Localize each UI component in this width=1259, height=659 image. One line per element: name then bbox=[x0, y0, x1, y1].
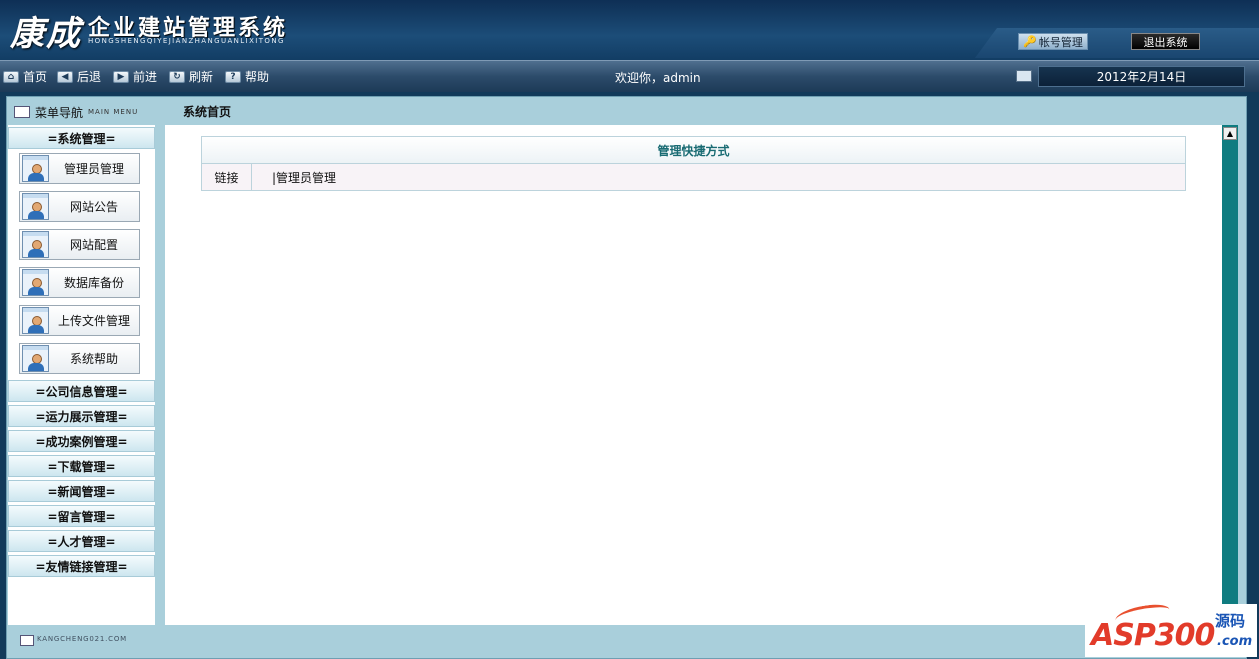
page-title: 系统首页 bbox=[183, 105, 232, 119]
menu-header: 菜单导航 MAIN MENU bbox=[11, 101, 155, 123]
scrollbar[interactable] bbox=[1222, 125, 1238, 605]
table-row: 链接 |管理员管理 bbox=[202, 164, 1185, 190]
toolbar-help-label: 帮助 bbox=[245, 70, 270, 84]
footer-icon bbox=[20, 635, 34, 646]
toolbar-refresh[interactable]: ↻ 刷新 bbox=[169, 68, 213, 85]
shortcut-link-admin-management[interactable]: |管理员管理 bbox=[252, 164, 1185, 190]
toolbar-home[interactable]: ⌂ 首页 bbox=[3, 68, 47, 85]
footer-text: KANGCHENG021.COM bbox=[37, 635, 127, 643]
user-icon bbox=[22, 345, 49, 372]
logo-main: 康成 bbox=[10, 14, 82, 54]
toolbar-refresh-label: 刷新 bbox=[189, 70, 214, 84]
toolbar-forward-label: 前进 bbox=[133, 70, 158, 84]
user-icon bbox=[22, 269, 49, 296]
menu-title: 菜单导航 bbox=[35, 105, 84, 120]
menu-item-system-help[interactable]: 系统帮助 bbox=[19, 343, 140, 374]
menu-item-label: 管理员管理 bbox=[63, 162, 124, 176]
account-management-button[interactable]: 🔑 帐号管理 bbox=[1018, 33, 1088, 50]
menu-category-capacity[interactable]: =运力展示管理= bbox=[8, 405, 155, 427]
menu-item-label: 系统帮助 bbox=[69, 352, 118, 366]
menu-item-label: 网站公告 bbox=[69, 200, 118, 214]
menu-category-downloads[interactable]: =下载管理= bbox=[8, 455, 155, 477]
content-area bbox=[165, 125, 1222, 625]
menu-category-news[interactable]: =新闻管理= bbox=[8, 480, 155, 502]
toolbar-help[interactable]: ? 帮助 bbox=[225, 68, 269, 85]
welcome-text: 欢迎你，admin bbox=[615, 71, 701, 85]
help-icon: ? bbox=[225, 70, 241, 83]
menu-category-friend-links[interactable]: =友情链接管理= bbox=[8, 555, 155, 577]
menu-item-database-backup[interactable]: 数据库备份 bbox=[19, 267, 140, 298]
menu-item-site-notice[interactable]: 网站公告 bbox=[19, 191, 140, 222]
menu-category-talent[interactable]: =人才管理= bbox=[8, 530, 155, 552]
home-icon: ⌂ bbox=[3, 70, 19, 83]
back-icon: ◀ bbox=[57, 70, 73, 83]
watermark-logo: ASP300 源码 .com bbox=[1085, 602, 1257, 657]
watermark-main: ASP300 bbox=[1091, 618, 1215, 653]
shortcuts-row-label: 链接 bbox=[202, 164, 252, 190]
menu-category-messages[interactable]: =留言管理= bbox=[8, 505, 155, 527]
toolbar-forward[interactable]: ▶ 前进 bbox=[113, 68, 157, 85]
forward-icon: ▶ bbox=[113, 70, 129, 83]
date-display: 2012年2月14日 bbox=[1038, 66, 1245, 87]
menu-item-label: 网站配置 bbox=[69, 238, 118, 252]
watermark-cn: 源码 bbox=[1215, 612, 1246, 630]
user-icon bbox=[22, 231, 49, 258]
menu-item-site-config[interactable]: 网站配置 bbox=[19, 229, 140, 260]
menu-item-upload-files[interactable]: 上传文件管理 bbox=[19, 305, 140, 336]
user-icon bbox=[22, 307, 49, 334]
shortcuts-title: 管理快捷方式 bbox=[202, 137, 1185, 164]
scroll-up-icon[interactable]: ▲ bbox=[1223, 127, 1237, 140]
menu-category-system[interactable]: =系统管理= bbox=[8, 127, 155, 149]
key-icon: 🔑 bbox=[1023, 35, 1037, 48]
logo-subtitle: HONGSHENGQIYEJIANZHANGUANLIXITONG bbox=[88, 37, 285, 45]
menu-title-en: MAIN MENU bbox=[88, 108, 139, 116]
refresh-icon: ↻ bbox=[169, 70, 185, 83]
logout-button[interactable]: 退出系统 bbox=[1131, 33, 1200, 50]
toolbar-back[interactable]: ◀ 后退 bbox=[57, 68, 101, 85]
menu-item-admin-management[interactable]: 管理员管理 bbox=[19, 153, 140, 184]
toolbar-back-label: 后退 bbox=[77, 70, 102, 84]
menu-category-cases[interactable]: =成功案例管理= bbox=[8, 430, 155, 452]
top-header: 康成 企业建站管理系统 HONGSHENGQIYEJIANZHANGUANLIX… bbox=[0, 0, 1259, 60]
watermark-com: .com bbox=[1217, 634, 1253, 649]
menu-category-company-info[interactable]: =公司信息管理= bbox=[8, 380, 155, 402]
user-icon bbox=[22, 193, 49, 220]
toolbar-home-label: 首页 bbox=[23, 70, 48, 84]
shortcuts-table: 管理快捷方式 链接 |管理员管理 bbox=[201, 136, 1186, 191]
menu-item-label: 数据库备份 bbox=[63, 276, 124, 290]
toolbar: ⌂ 首页 ◀ 后退 ▶ 前进 ↻ 刷新 ? 帮助 欢迎你，admin 2012年… bbox=[0, 60, 1259, 92]
monitor-icon bbox=[1016, 70, 1032, 82]
account-management-label: 帐号管理 bbox=[1038, 35, 1083, 49]
user-icon bbox=[22, 155, 49, 182]
menu-icon bbox=[14, 106, 30, 118]
menu-item-label: 上传文件管理 bbox=[57, 314, 130, 328]
